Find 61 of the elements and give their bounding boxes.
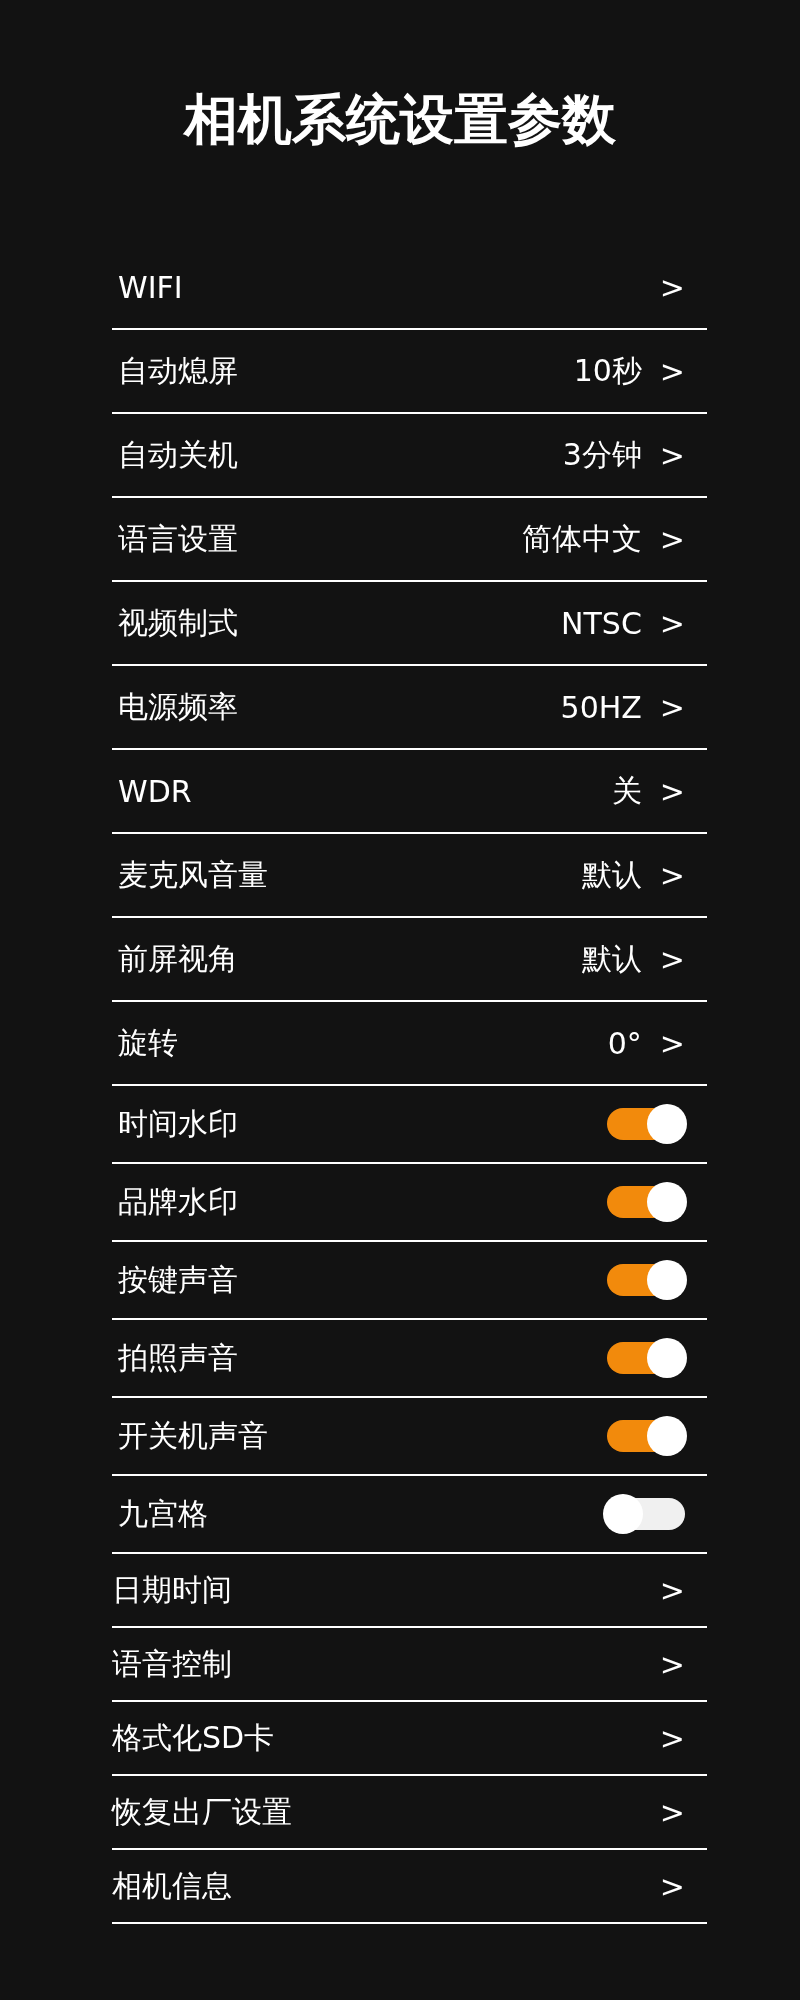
chevron-icon: >: [659, 437, 685, 473]
settings-row[interactable]: 旋转 0° >: [112, 1002, 707, 1086]
setting-value: 关: [611, 771, 642, 810]
chevron-icon: >: [659, 1868, 685, 1904]
settings-row[interactable]: 语言设置 简体中文 >: [112, 498, 707, 582]
settings-row[interactable]: 视频制式 NTSC >: [112, 582, 707, 666]
setting-label: 开关机声音: [118, 1416, 269, 1455]
setting-label: 自动熄屏: [118, 351, 239, 390]
chevron-icon: >: [659, 269, 685, 305]
chevron-icon: >: [659, 521, 685, 557]
settings-row[interactable]: 恢复出厂设置 >: [112, 1776, 707, 1850]
setting-label: 麦克风音量: [118, 855, 269, 894]
chevron-icon: >: [659, 1794, 685, 1830]
setting-label: WIFI: [118, 269, 184, 305]
setting-label: 恢复出厂设置: [112, 1792, 293, 1831]
chevron-icon: >: [659, 857, 685, 893]
setting-value: 简体中文: [521, 519, 642, 558]
setting-label: 按键声音: [118, 1260, 239, 1299]
setting-value: NTSC: [561, 605, 642, 641]
setting-value: 3分钟: [562, 435, 642, 474]
setting-label: 语音控制: [112, 1644, 233, 1683]
settings-row[interactable]: 语音控制 >: [112, 1628, 707, 1702]
setting-label: WDR: [118, 773, 193, 809]
chevron-icon: >: [659, 773, 685, 809]
settings-row[interactable]: WDR 关 >: [112, 750, 707, 834]
setting-label: 自动关机: [118, 435, 239, 474]
setting-label: 拍照声音: [118, 1338, 239, 1377]
setting-label: 日期时间: [112, 1570, 233, 1609]
chevron-icon: >: [659, 689, 685, 725]
settings-row[interactable]: 相机信息 >: [112, 1850, 707, 1924]
setting-label: 前屏视角: [118, 939, 239, 978]
chevron-icon: >: [659, 1025, 685, 1061]
setting-value: 10秒: [573, 351, 642, 390]
setting-value: 默认: [581, 939, 642, 978]
setting-value: 默认: [581, 855, 642, 894]
setting-label: 旋转: [118, 1023, 179, 1062]
setting-label: 电源频率: [118, 687, 239, 726]
setting-value: 50HZ: [560, 689, 642, 725]
setting-label: 格式化SD卡: [112, 1718, 276, 1757]
settings-row[interactable]: 自动关机 3分钟 >: [112, 414, 707, 498]
settings-row[interactable]: 电源频率 50HZ >: [112, 666, 707, 750]
settings-row[interactable]: 格式化SD卡 >: [112, 1702, 707, 1776]
settings-row[interactable]: 麦克风音量 默认 >: [112, 834, 707, 918]
page-title: 相机系统设置参数: [182, 87, 617, 153]
chevron-icon: >: [659, 1572, 685, 1608]
setting-label: 品牌水印: [118, 1182, 239, 1221]
chevron-icon: >: [659, 1720, 685, 1756]
setting-label: 相机信息: [112, 1866, 233, 1905]
chevron-icon: >: [659, 605, 685, 641]
chevron-icon: >: [659, 941, 685, 977]
setting-label: 语言设置: [118, 519, 239, 558]
settings-row[interactable]: 自动熄屏 10秒 >: [112, 330, 707, 414]
chevron-icon: >: [659, 353, 685, 389]
setting-label: 视频制式: [118, 603, 239, 642]
settings-row[interactable]: WIFI >: [112, 246, 707, 330]
settings-row[interactable]: 日期时间 >: [112, 1554, 707, 1628]
setting-label: 九宫格: [118, 1494, 209, 1533]
chevron-icon: >: [659, 1646, 685, 1682]
settings-row[interactable]: 前屏视角 默认 >: [112, 918, 707, 1002]
setting-label: 时间水印: [118, 1104, 239, 1143]
setting-value: 0°: [607, 1025, 642, 1061]
